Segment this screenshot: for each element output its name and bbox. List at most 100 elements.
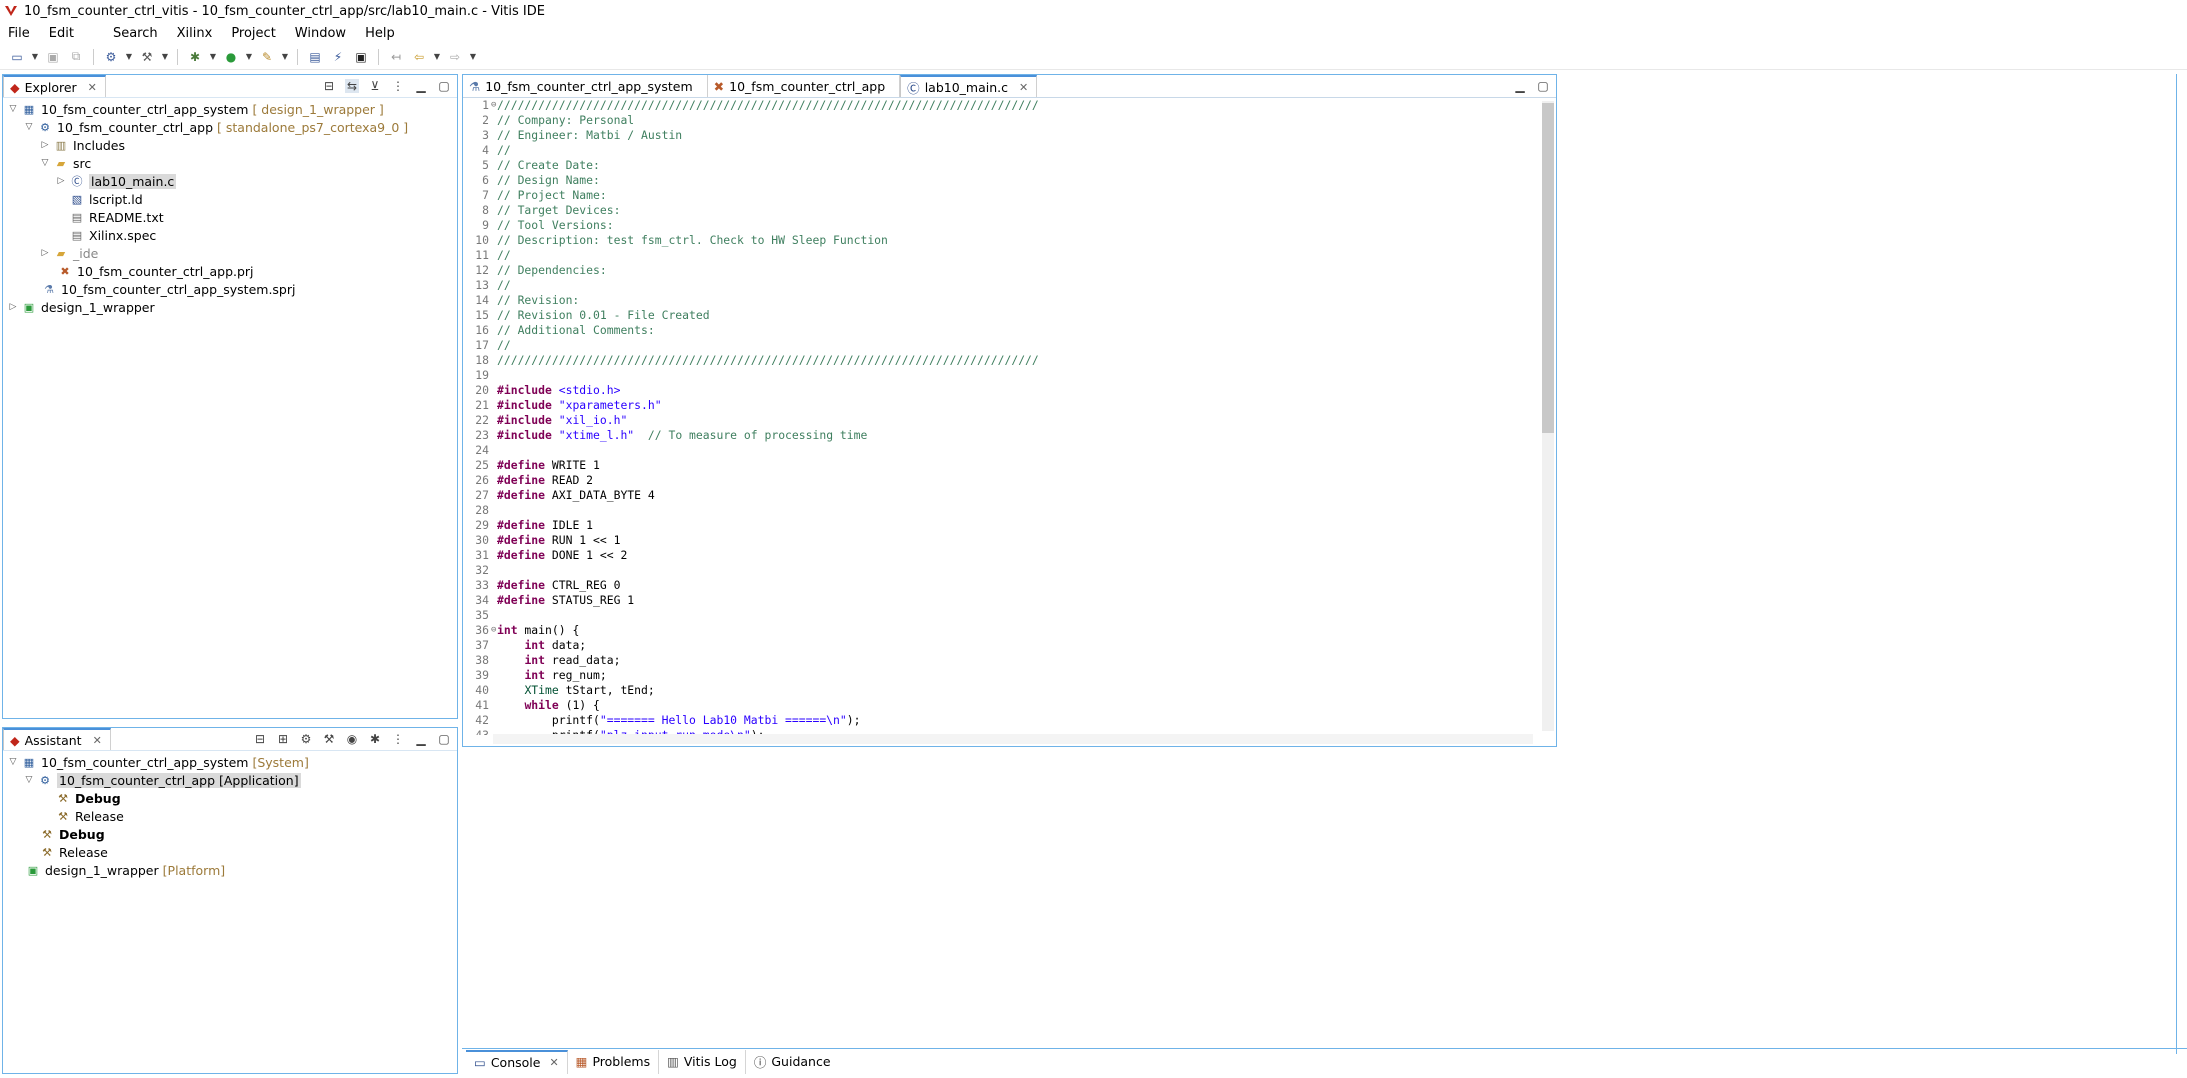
code-line[interactable]: 1 ⊖//////////////////////////////////////… bbox=[463, 98, 1543, 113]
forward-dropdown-icon[interactable]: ▼ bbox=[469, 48, 477, 66]
filter-icon[interactable]: ⊻ bbox=[368, 79, 382, 93]
tree-item-src-folder[interactable]: ▽ ▰ src bbox=[3, 154, 457, 172]
expand-all-icon[interactable]: ⊞ bbox=[276, 732, 290, 746]
build-icon[interactable]: ⚒ bbox=[322, 732, 336, 746]
code-line[interactable]: 9 // Tool Versions: bbox=[463, 218, 1543, 233]
tools-dropdown-icon[interactable]: ▼ bbox=[281, 48, 289, 66]
tab-system-project[interactable]: ⚗ 10_fsm_counter_ctrl_app_system bbox=[463, 75, 708, 97]
code-line[interactable]: 35 bbox=[463, 608, 1543, 623]
settings-icon[interactable]: ⚙ bbox=[299, 732, 313, 746]
code-line[interactable]: 39 int reg_num; bbox=[463, 668, 1543, 683]
tab-vitis-log[interactable]: ▥ Vitis Log bbox=[659, 1049, 746, 1074]
menu-xilinx[interactable]: Xilinx bbox=[177, 26, 222, 41]
tab-assistant[interactable]: ◆ Assistant ✕ bbox=[3, 728, 111, 750]
tab-explorer[interactable]: ◆ Explorer ✕ bbox=[3, 75, 106, 97]
code-line[interactable]: 28 bbox=[463, 503, 1543, 518]
maximize-icon[interactable]: ▢ bbox=[1536, 79, 1550, 93]
tree-item-lab10-main[interactable]: ▷ Ⓒ lab10_main.c bbox=[3, 172, 457, 190]
code-line[interactable]: 14 // Revision: bbox=[463, 293, 1543, 308]
new-icon[interactable]: ▭ bbox=[8, 48, 26, 66]
run-icon[interactable]: ● bbox=[222, 48, 240, 66]
new-dropdown-icon[interactable]: ▼ bbox=[31, 48, 39, 66]
menu-file[interactable]: File bbox=[8, 26, 39, 41]
code-line[interactable]: 11 // bbox=[463, 248, 1543, 263]
view-menu-icon[interactable]: ⋮ bbox=[391, 79, 405, 93]
assistant-item-sys-debug[interactable]: ⚒ Debug bbox=[3, 825, 457, 843]
hammer-dropdown-icon[interactable]: ▼ bbox=[161, 48, 169, 66]
collapse-all-icon[interactable]: ⊟ bbox=[253, 732, 267, 746]
code-line[interactable]: 25 #define WRITE 1 bbox=[463, 458, 1543, 473]
forward-icon[interactable]: ⇨ bbox=[446, 48, 464, 66]
tree-item-system-sprj[interactable]: ⚗ 10_fsm_counter_ctrl_app_system.sprj bbox=[3, 280, 457, 298]
run-icon[interactable]: ◉ bbox=[345, 732, 359, 746]
run-dropdown-icon[interactable]: ▼ bbox=[245, 48, 253, 66]
maximize-icon[interactable]: ▢ bbox=[437, 79, 451, 93]
last-edit-icon[interactable]: ↤ bbox=[387, 48, 405, 66]
expanded-chevron-icon[interactable]: ▽ bbox=[23, 775, 35, 785]
maximize-icon[interactable]: ▢ bbox=[437, 732, 451, 746]
terminal-icon[interactable]: ▤ bbox=[306, 48, 324, 66]
expanded-chevron-icon[interactable]: ▽ bbox=[39, 158, 51, 168]
tree-item-app-project[interactable]: ▽ ⚙ 10_fsm_counter_ctrl_app [ standalone… bbox=[3, 118, 457, 136]
debug-dropdown-icon[interactable]: ▼ bbox=[209, 48, 217, 66]
code-line[interactable]: 41 while (1) { bbox=[463, 698, 1543, 713]
code-line[interactable]: 42 printf("======= Hello Lab10 Matbi ===… bbox=[463, 713, 1543, 728]
code-line[interactable]: 21 #include "xparameters.h" bbox=[463, 398, 1543, 413]
tab-lab10-main[interactable]: Ⓒ lab10_main.c ✕ bbox=[900, 75, 1038, 97]
tree-item-lscript[interactable]: ▧ lscript.ld bbox=[3, 190, 457, 208]
tab-problems[interactable]: ▦ Problems bbox=[568, 1049, 660, 1074]
code-line[interactable]: 31 #define DONE 1 << 2 bbox=[463, 548, 1543, 563]
assistant-item-app-release[interactable]: ⚒ Release bbox=[3, 807, 457, 825]
collapsed-chevron-icon[interactable]: ▷ bbox=[39, 248, 51, 258]
console-icon[interactable]: ▣ bbox=[352, 48, 370, 66]
assistant-item-app-debug[interactable]: ⚒ Debug bbox=[3, 789, 457, 807]
tree-item-design-wrapper[interactable]: ▷ ▣ design_1_wrapper bbox=[3, 298, 457, 316]
save-all-icon[interactable]: ⧉ bbox=[67, 48, 85, 66]
close-icon[interactable]: ✕ bbox=[88, 81, 97, 94]
menu-edit[interactable]: Edit bbox=[49, 26, 83, 41]
code-line[interactable]: 29 #define IDLE 1 bbox=[463, 518, 1543, 533]
code-line[interactable]: 4 // bbox=[463, 143, 1543, 158]
code-line[interactable]: 24 bbox=[463, 443, 1543, 458]
build-target-dropdown-icon[interactable]: ▼ bbox=[125, 48, 133, 66]
back-icon[interactable]: ⇦ bbox=[410, 48, 428, 66]
code-line[interactable]: 17 // bbox=[463, 338, 1543, 353]
code-line[interactable]: 36 ⊖ int main() { bbox=[463, 623, 1543, 638]
code-line[interactable]: 8 // Target Devices: bbox=[463, 203, 1543, 218]
minimize-icon[interactable]: ▁ bbox=[414, 732, 428, 746]
assistant-item-sys-release[interactable]: ⚒ Release bbox=[3, 843, 457, 861]
code-line[interactable]: 13 // bbox=[463, 278, 1543, 293]
code-line[interactable]: 27 #define AXI_DATA_BYTE 4 bbox=[463, 488, 1543, 503]
collapsed-chevron-icon[interactable]: ▷ bbox=[39, 140, 51, 150]
close-icon[interactable]: ✕ bbox=[549, 1056, 558, 1069]
link-editor-icon[interactable]: ⇆ bbox=[345, 79, 359, 93]
code-line[interactable]: 6 // Design Name: bbox=[463, 173, 1543, 188]
expanded-chevron-icon[interactable]: ▽ bbox=[23, 122, 35, 132]
code-line[interactable]: 26 #define READ 2 bbox=[463, 473, 1543, 488]
code-line[interactable]: 7 // Project Name: bbox=[463, 188, 1543, 203]
collapse-all-icon[interactable]: ⊟ bbox=[322, 79, 336, 93]
tree-item-ide-folder[interactable]: ▷ ▰ _ide bbox=[3, 244, 457, 262]
collapsed-chevron-icon[interactable]: ▷ bbox=[7, 302, 19, 312]
code-line[interactable]: 30 #define RUN 1 << 1 bbox=[463, 533, 1543, 548]
minimize-icon[interactable]: ▁ bbox=[1513, 79, 1527, 93]
menu-search[interactable]: Search bbox=[113, 26, 167, 41]
close-icon[interactable]: ✕ bbox=[1019, 81, 1028, 94]
code-text-area[interactable]: 1 ⊖//////////////////////////////////////… bbox=[463, 98, 1543, 735]
hammer-icon[interactable]: ⚒ bbox=[138, 48, 156, 66]
code-line[interactable]: 20 #include <stdio.h> bbox=[463, 383, 1543, 398]
assistant-item-application[interactable]: ▽ ⚙ 10_fsm_counter_ctrl_app [Application… bbox=[3, 771, 457, 789]
code-line[interactable]: 33 #define CTRL_REG 0 bbox=[463, 578, 1543, 593]
debug-icon[interactable]: ✱ bbox=[368, 732, 382, 746]
debug-icon[interactable]: ✱ bbox=[186, 48, 204, 66]
menu-help[interactable]: Help bbox=[365, 26, 404, 41]
vertical-scrollbar[interactable] bbox=[1542, 101, 1554, 731]
scrollbar-thumb[interactable] bbox=[1542, 103, 1554, 433]
view-menu-icon[interactable]: ⋮ bbox=[391, 732, 405, 746]
tab-app-project[interactable]: ✖ 10_fsm_counter_ctrl_app bbox=[708, 75, 901, 97]
minimize-icon[interactable]: ▁ bbox=[414, 79, 428, 93]
code-line[interactable]: 22 #include "xil_io.h" bbox=[463, 413, 1543, 428]
menu-project[interactable]: Project bbox=[231, 26, 284, 41]
tree-item-system-project[interactable]: ▽ ▦ 10_fsm_counter_ctrl_app_system [ des… bbox=[3, 100, 457, 118]
code-line[interactable]: 34 #define STATUS_REG 1 bbox=[463, 593, 1543, 608]
